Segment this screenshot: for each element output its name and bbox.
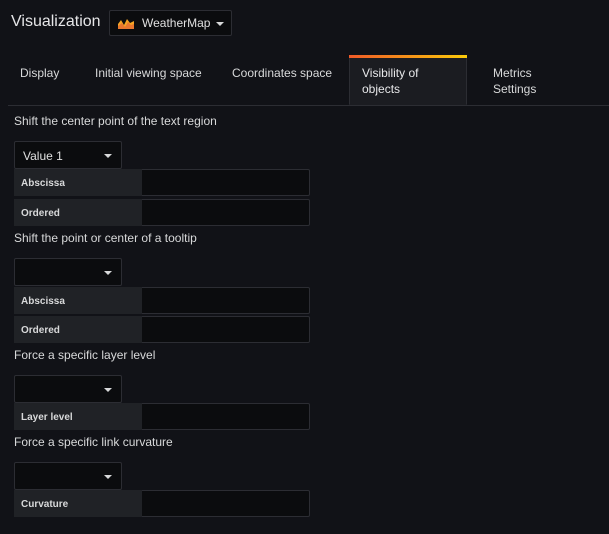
text-region-abscissa-field: Abscissa bbox=[14, 169, 310, 196]
weathermap-chart-icon bbox=[118, 17, 134, 29]
field-label: Ordered bbox=[14, 199, 142, 226]
page-title: Visualization bbox=[11, 13, 101, 30]
tab-label: Coordinates space bbox=[232, 66, 333, 80]
curvature-select[interactable] bbox=[14, 462, 122, 490]
text-region-abscissa-input[interactable] bbox=[142, 169, 310, 196]
chevron-down-icon bbox=[104, 388, 112, 392]
field-label: Curvature bbox=[14, 490, 142, 517]
text-region-section-label: Shift the center point of the text regio… bbox=[14, 114, 217, 128]
tab-label: Initial viewing space bbox=[95, 66, 202, 80]
tooltip-abscissa-input[interactable] bbox=[142, 287, 310, 314]
text-region-select[interactable]: Value 1 bbox=[14, 141, 122, 169]
field-label: Layer level bbox=[14, 403, 142, 430]
text-region-ordered-field: Ordered bbox=[14, 199, 310, 226]
tab-label: Visibility of objects bbox=[362, 66, 419, 96]
tooltip-abscissa-field: Abscissa bbox=[14, 287, 310, 314]
tooltip-ordered-input[interactable] bbox=[142, 316, 310, 343]
tab-metrics-settings[interactable]: Metrics Settings bbox=[481, 55, 581, 105]
options-tabs: Display Initial viewing space Coordinate… bbox=[8, 55, 609, 106]
select-value: Value 1 bbox=[23, 149, 63, 163]
tab-initial-viewing-space[interactable]: Initial viewing space bbox=[83, 55, 220, 105]
tab-label: Display bbox=[20, 66, 60, 80]
layer-level-input[interactable] bbox=[142, 403, 310, 430]
field-label: Abscissa bbox=[14, 287, 142, 314]
panel-editor-header: Visualization WeatherMap bbox=[0, 0, 609, 46]
visualization-name: WeatherMap bbox=[142, 16, 211, 30]
tab-label: Metrics Settings bbox=[493, 66, 537, 96]
layer-level-field: Layer level bbox=[14, 403, 310, 430]
chevron-down-icon bbox=[104, 475, 112, 479]
chevron-down-icon bbox=[216, 22, 224, 26]
layer-select[interactable] bbox=[14, 375, 122, 403]
curvature-field: Curvature bbox=[14, 490, 310, 517]
tooltip-section-label: Shift the point or center of a tooltip bbox=[14, 231, 197, 245]
tooltip-ordered-field: Ordered bbox=[14, 316, 310, 343]
curvature-section-label: Force a specific link curvature bbox=[14, 435, 173, 449]
field-label: Ordered bbox=[14, 316, 142, 343]
layer-section-label: Force a specific layer level bbox=[14, 348, 156, 362]
text-region-ordered-input[interactable] bbox=[142, 199, 310, 226]
visualization-picker[interactable]: WeatherMap bbox=[109, 10, 232, 36]
tooltip-select[interactable] bbox=[14, 258, 122, 286]
tab-visibility-of-objects[interactable]: Visibility of objects bbox=[349, 55, 467, 105]
chevron-down-icon bbox=[104, 154, 112, 158]
tab-coordinates-space[interactable]: Coordinates space bbox=[220, 55, 345, 105]
field-label: Abscissa bbox=[14, 169, 142, 196]
chevron-down-icon bbox=[104, 271, 112, 275]
tab-display[interactable]: Display bbox=[8, 55, 83, 105]
curvature-input[interactable] bbox=[142, 490, 310, 517]
